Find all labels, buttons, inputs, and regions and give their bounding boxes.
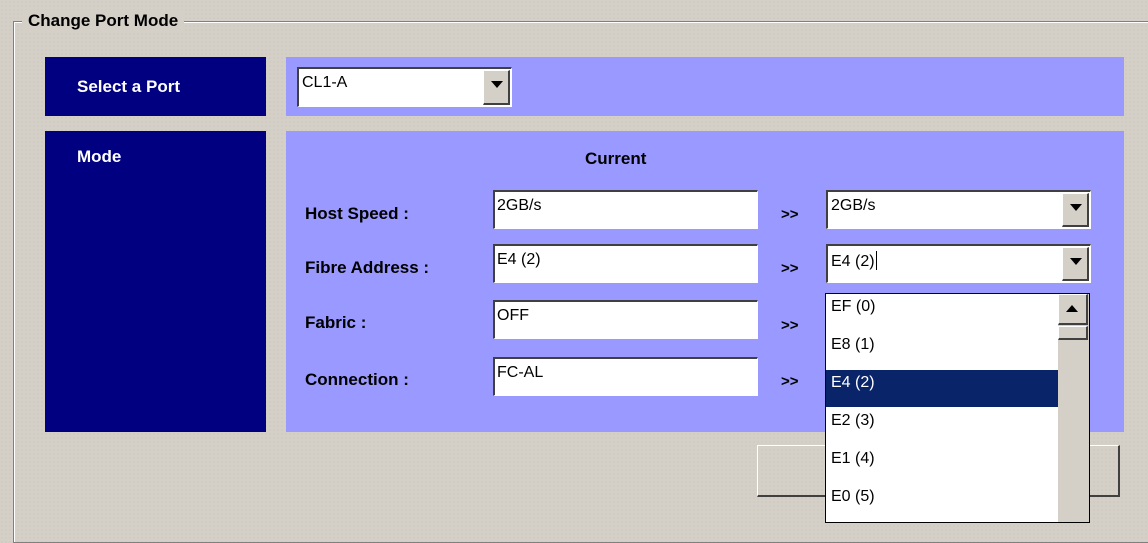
fibre-address-current-field: E4 (2) (493, 244, 758, 283)
port-select-dropdown-button[interactable] (483, 70, 510, 105)
connection-current-field: FC-AL (493, 357, 758, 396)
mode-label: Mode (45, 131, 266, 432)
group-title: Change Port Mode (22, 10, 185, 32)
scroll-up-button[interactable] (1058, 294, 1088, 325)
fabric-arrow: >> (781, 317, 799, 334)
connection-arrow: >> (781, 373, 799, 390)
chevron-down-icon (1070, 204, 1082, 211)
fibre-address-select-value[interactable]: E4 (2) (831, 251, 877, 271)
dropdown-option[interactable]: E8 (1) (826, 332, 1058, 369)
host-speed-label: Host Speed : (305, 204, 409, 223)
fibre-address-dropdown-list: EF (0) E8 (1) E4 (2) E2 (3) E1 (4) E0 (5… (825, 293, 1090, 523)
dropdown-scrollbar[interactable] (1058, 294, 1089, 522)
host-speed-arrow: >> (781, 206, 799, 223)
dropdown-option-selected[interactable]: E4 (2) (826, 370, 1058, 407)
host-speed-select-value: 2GB/s (831, 197, 876, 214)
select-port-label: Select a Port (45, 57, 266, 116)
host-speed-select[interactable]: 2GB/s (826, 190, 1091, 229)
fibre-address-arrow: >> (781, 260, 799, 277)
port-select[interactable]: CL1-A (297, 67, 512, 107)
fabric-current-field: OFF (493, 300, 758, 339)
fibre-address-select-text: E4 (2) (831, 253, 875, 270)
dropdown-option[interactable]: E0 (5) (826, 484, 1058, 521)
port-select-value: CL1-A (302, 74, 348, 91)
chevron-up-icon (1066, 305, 1078, 312)
text-caret (875, 251, 877, 270)
dropdown-option[interactable]: EF (0) (826, 294, 1058, 331)
chevron-down-icon (1070, 258, 1082, 265)
chevron-down-icon (491, 81, 503, 88)
fabric-label: Fabric : (305, 313, 367, 332)
scroll-thumb[interactable] (1058, 326, 1088, 340)
current-header: Current (585, 149, 647, 168)
fibre-address-select[interactable]: E4 (2) (826, 244, 1091, 283)
fibre-address-label: Fibre Address : (305, 258, 430, 277)
fibre-address-dropdown-button[interactable] (1062, 247, 1089, 281)
host-speed-dropdown-button[interactable] (1062, 193, 1089, 227)
host-speed-current-field: 2GB/s (493, 190, 758, 229)
dropdown-option[interactable]: E2 (3) (826, 408, 1058, 445)
connection-label: Connection : (305, 370, 409, 389)
dropdown-option[interactable]: E1 (4) (826, 446, 1058, 483)
